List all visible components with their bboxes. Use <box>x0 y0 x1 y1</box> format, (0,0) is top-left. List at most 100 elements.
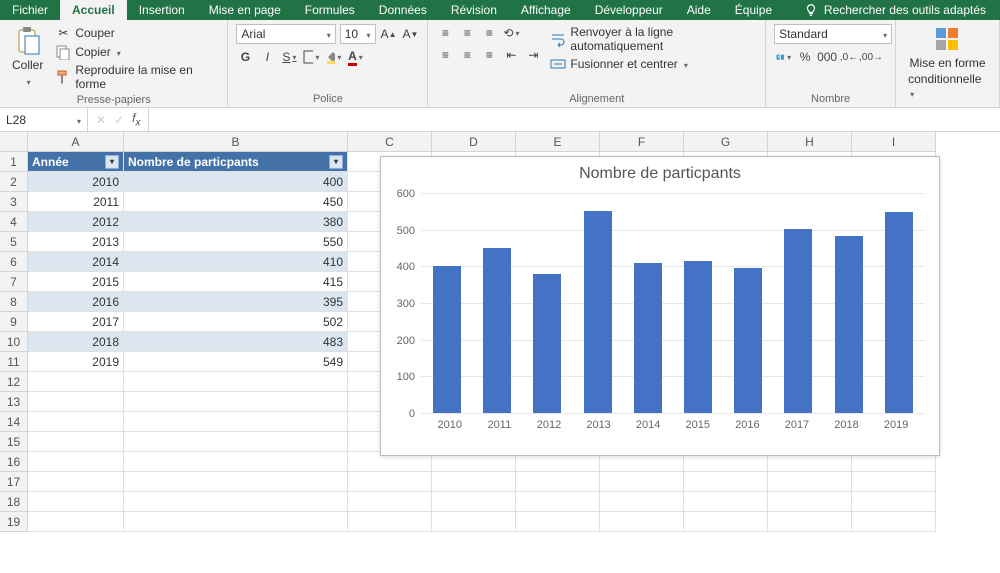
tab-accueil[interactable]: Accueil <box>60 0 127 20</box>
align-bottom-button[interactable]: ≡ <box>480 24 498 42</box>
cell-A1[interactable]: Année▾ <box>28 152 124 172</box>
font-name-select[interactable]: Arial <box>236 24 335 44</box>
tab-aide[interactable]: Aide <box>675 0 723 20</box>
col-header-D[interactable]: D <box>432 132 516 152</box>
row-header-13[interactable]: 13 <box>0 392 28 412</box>
chart-bar-2018[interactable] <box>835 236 863 413</box>
cell-B4[interactable]: 380 <box>124 212 348 232</box>
col-header-F[interactable]: F <box>600 132 684 152</box>
col-header-H[interactable]: H <box>768 132 852 152</box>
row-header-12[interactable]: 12 <box>0 372 28 392</box>
formula-input[interactable] <box>149 108 1000 131</box>
increase-indent-button[interactable]: ⇥ <box>524 46 542 64</box>
col-header-C[interactable]: C <box>348 132 432 152</box>
chart-bar-2014[interactable] <box>634 263 662 413</box>
cell-A5[interactable]: 2013 <box>28 232 124 252</box>
font-color-button[interactable]: A <box>346 48 364 66</box>
tab-mise-en-page[interactable]: Mise en page <box>197 0 293 20</box>
percent-format-button[interactable]: % <box>796 48 814 66</box>
cell-B7[interactable]: 415 <box>124 272 348 292</box>
cell-A6[interactable]: 2014 <box>28 252 124 272</box>
cell-B11[interactable]: 549 <box>124 352 348 372</box>
row-header-3[interactable]: 3 <box>0 192 28 212</box>
col-header-I[interactable]: I <box>852 132 936 152</box>
decrease-decimal-button[interactable]: ,00→ <box>862 48 880 66</box>
cell-B5[interactable]: 550 <box>124 232 348 252</box>
row-header-6[interactable]: 6 <box>0 252 28 272</box>
cell-B19[interactable] <box>124 512 348 532</box>
cell-I18[interactable] <box>852 492 936 512</box>
cell-B14[interactable] <box>124 412 348 432</box>
cell-B1[interactable]: Nombre de particpants▾ <box>124 152 348 172</box>
align-left-button[interactable]: ≡ <box>436 46 454 64</box>
tab-développeur[interactable]: Développeur <box>583 0 675 20</box>
row-header-8[interactable]: 8 <box>0 292 28 312</box>
row-header-9[interactable]: 9 <box>0 312 28 332</box>
decrease-indent-button[interactable]: ⇤ <box>502 46 520 64</box>
orientation-button[interactable]: ⟲ <box>502 24 520 42</box>
col-header-A[interactable]: A <box>28 132 124 152</box>
cell-G17[interactable] <box>684 472 768 492</box>
copy-button[interactable]: Copier <box>53 43 219 61</box>
align-center-button[interactable]: ≡ <box>458 46 476 64</box>
row-header-10[interactable]: 10 <box>0 332 28 352</box>
cell-A14[interactable] <box>28 412 124 432</box>
tab-file[interactable]: Fichier <box>0 0 60 20</box>
cell-C18[interactable] <box>348 492 432 512</box>
cell-B6[interactable]: 410 <box>124 252 348 272</box>
cell-D18[interactable] <box>432 492 516 512</box>
cell-F18[interactable] <box>600 492 684 512</box>
cell-A13[interactable] <box>28 392 124 412</box>
border-button[interactable] <box>302 48 320 66</box>
filter-icon[interactable]: ▾ <box>329 155 343 169</box>
select-all-corner[interactable] <box>0 132 28 152</box>
align-right-button[interactable]: ≡ <box>480 46 498 64</box>
comma-format-button[interactable]: 000 <box>818 48 836 66</box>
cell-B15[interactable] <box>124 432 348 452</box>
paste-button[interactable]: Coller <box>8 24 47 90</box>
cell-B16[interactable] <box>124 452 348 472</box>
chart-bar-2019[interactable] <box>885 212 913 413</box>
font-size-select[interactable]: 10 <box>340 24 376 44</box>
cell-H18[interactable] <box>768 492 852 512</box>
row-header-14[interactable]: 14 <box>0 412 28 432</box>
fx-icon[interactable]: fx <box>132 111 140 128</box>
cell-F17[interactable] <box>600 472 684 492</box>
tab-révision[interactable]: Révision <box>439 0 509 20</box>
cell-B13[interactable] <box>124 392 348 412</box>
row-header-5[interactable]: 5 <box>0 232 28 252</box>
enter-formula-icon[interactable]: ✓ <box>114 113 124 127</box>
cell-B18[interactable] <box>124 492 348 512</box>
cell-A2[interactable]: 2010 <box>28 172 124 192</box>
row-header-17[interactable]: 17 <box>0 472 28 492</box>
row-header-19[interactable]: 19 <box>0 512 28 532</box>
chart-bar-2011[interactable] <box>483 248 511 413</box>
cell-A3[interactable]: 2011 <box>28 192 124 212</box>
cell-H19[interactable] <box>768 512 852 532</box>
chart-bar-2015[interactable] <box>684 261 712 413</box>
tab-formules[interactable]: Formules <box>293 0 367 20</box>
wrap-text-button[interactable]: Renvoyer à la ligne automatiquement <box>548 24 757 54</box>
row-header-1[interactable]: 1 <box>0 152 28 172</box>
col-header-B[interactable]: B <box>124 132 348 152</box>
cell-I19[interactable] <box>852 512 936 532</box>
tab-affichage[interactable]: Affichage <box>509 0 583 20</box>
cell-A16[interactable] <box>28 452 124 472</box>
cell-E17[interactable] <box>516 472 600 492</box>
cell-B9[interactable]: 502 <box>124 312 348 332</box>
cell-A9[interactable]: 2017 <box>28 312 124 332</box>
chart-bar-2017[interactable] <box>784 229 812 413</box>
italic-button[interactable]: I <box>258 48 276 66</box>
tab-équipe[interactable]: Équipe <box>723 0 784 20</box>
cell-A10[interactable]: 2018 <box>28 332 124 352</box>
cell-B3[interactable]: 450 <box>124 192 348 212</box>
cancel-formula-icon[interactable]: ✕ <box>96 113 106 127</box>
cell-A19[interactable] <box>28 512 124 532</box>
cell-B8[interactable]: 395 <box>124 292 348 312</box>
accounting-format-button[interactable]: 💶 <box>774 48 792 66</box>
align-top-button[interactable]: ≡ <box>436 24 454 42</box>
col-header-E[interactable]: E <box>516 132 600 152</box>
row-header-16[interactable]: 16 <box>0 452 28 472</box>
cell-A15[interactable] <box>28 432 124 452</box>
tab-insertion[interactable]: Insertion <box>127 0 197 20</box>
